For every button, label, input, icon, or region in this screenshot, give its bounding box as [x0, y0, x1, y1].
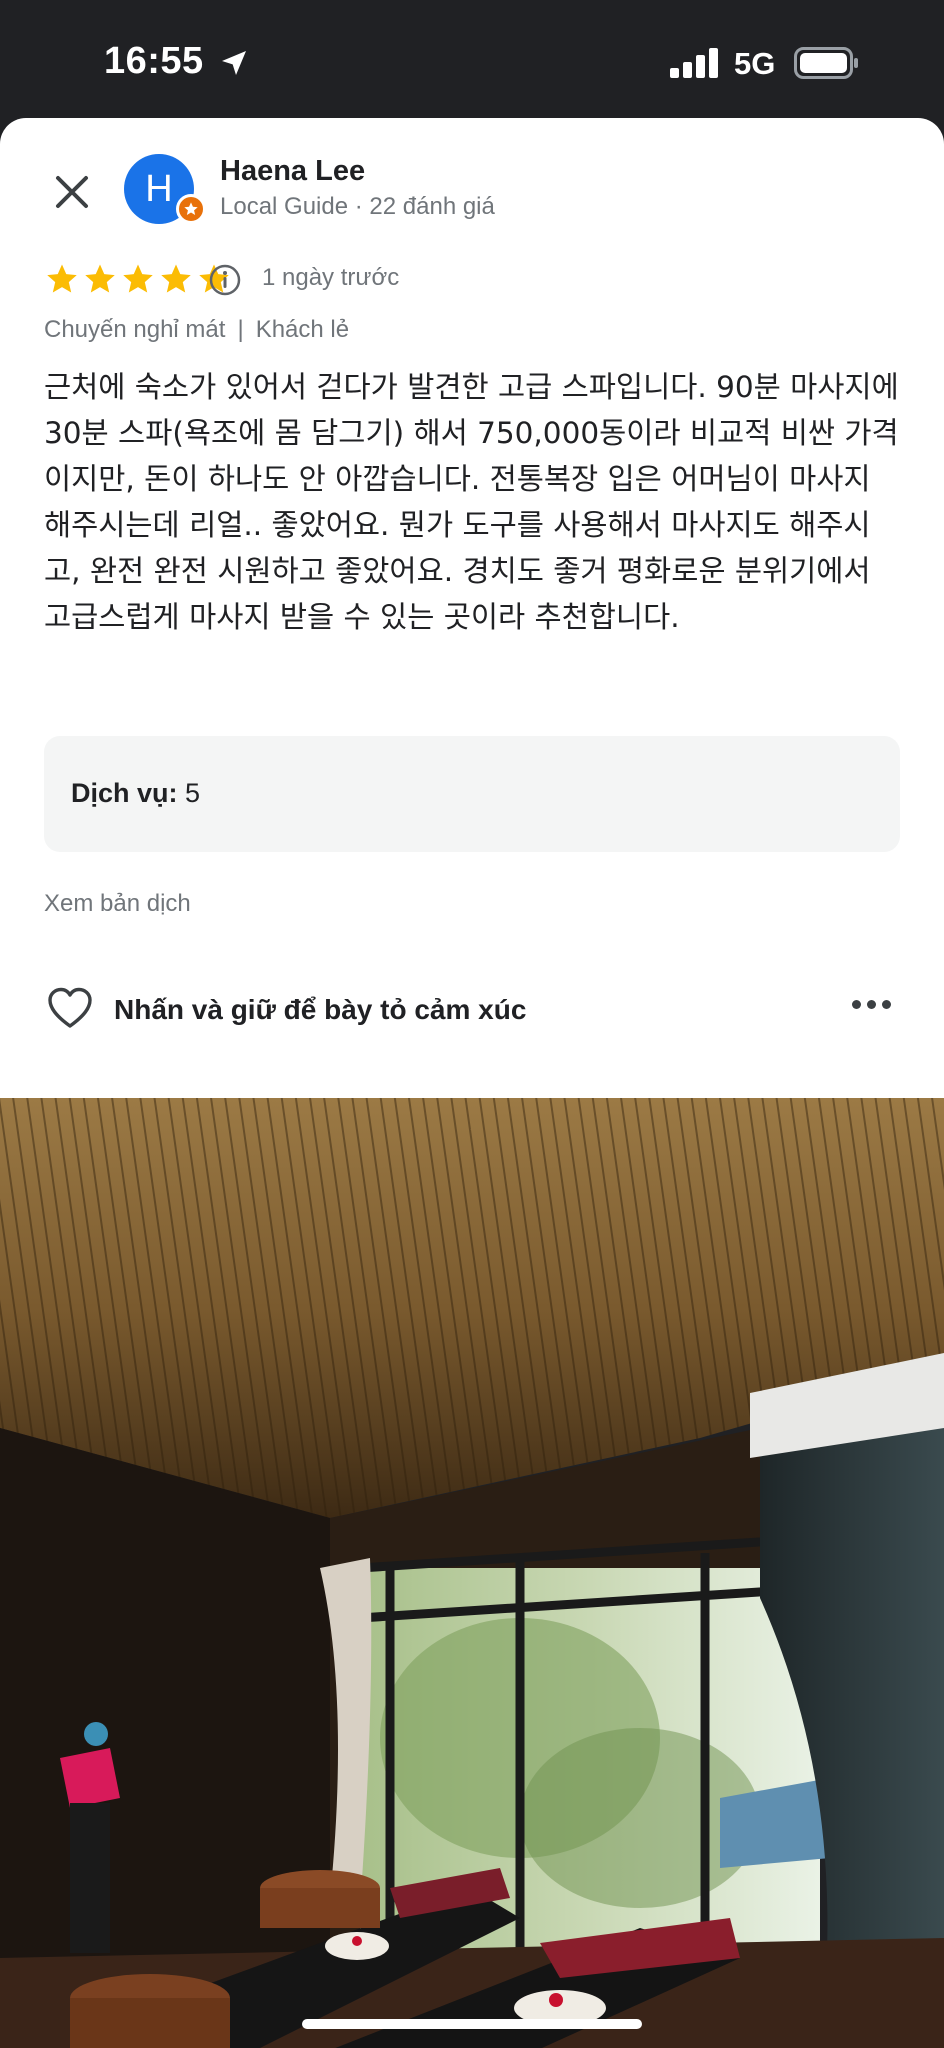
spa-room-photo — [0, 1098, 944, 2048]
status-bar: 16:55 5G — [0, 0, 944, 118]
avatar-initial: H — [145, 167, 173, 210]
service-rating-box: Dịch vụ: 5 — [44, 736, 900, 852]
local-guide-badge-icon — [176, 194, 206, 224]
translate-link[interactable]: Xem bản dịch — [44, 890, 191, 918]
review-text: 근처에 숙소가 있어서 걷다가 발견한 고급 스파입니다. 90분 마사지에 3… — [44, 370, 899, 634]
location-arrow-icon — [222, 51, 246, 75]
battery-icon — [794, 47, 858, 79]
service-value: 5 — [185, 778, 201, 808]
reaction-label[interactable]: Nhấn và giữ để bày tỏ cảm xúc — [114, 994, 526, 1026]
trip-info: Chuyến nghỉ mát | Khách lẻ — [44, 316, 349, 344]
heart-icon[interactable] — [46, 986, 94, 1030]
trip-separator: | — [237, 316, 244, 343]
network-type: 5G — [734, 46, 776, 81]
star-icon — [47, 264, 77, 293]
star-rating — [44, 262, 232, 296]
info-icon[interactable] — [208, 263, 242, 297]
trip-group: Khách lẻ — [255, 316, 350, 343]
more-icon[interactable] — [852, 1000, 891, 1009]
home-indicator[interactable] — [302, 2019, 642, 2029]
close-icon[interactable] — [50, 170, 94, 214]
reviewer-meta: Local Guide · 22 đánh giá — [220, 193, 495, 220]
review-time: 1 ngày trước — [262, 264, 400, 291]
trip-type: Chuyến nghỉ mát — [44, 316, 226, 343]
status-time: 16:55 — [104, 40, 204, 82]
service-rating: Dịch vụ: 5 — [71, 778, 200, 809]
service-label: Dịch vụ: — [71, 778, 178, 808]
star-icon — [123, 264, 153, 293]
star-icon — [161, 264, 191, 293]
review-photo[interactable] — [0, 1098, 944, 2048]
star-icon — [85, 264, 115, 293]
signal-icon — [670, 48, 718, 78]
reviewer-name[interactable]: Haena Lee — [220, 155, 365, 188]
